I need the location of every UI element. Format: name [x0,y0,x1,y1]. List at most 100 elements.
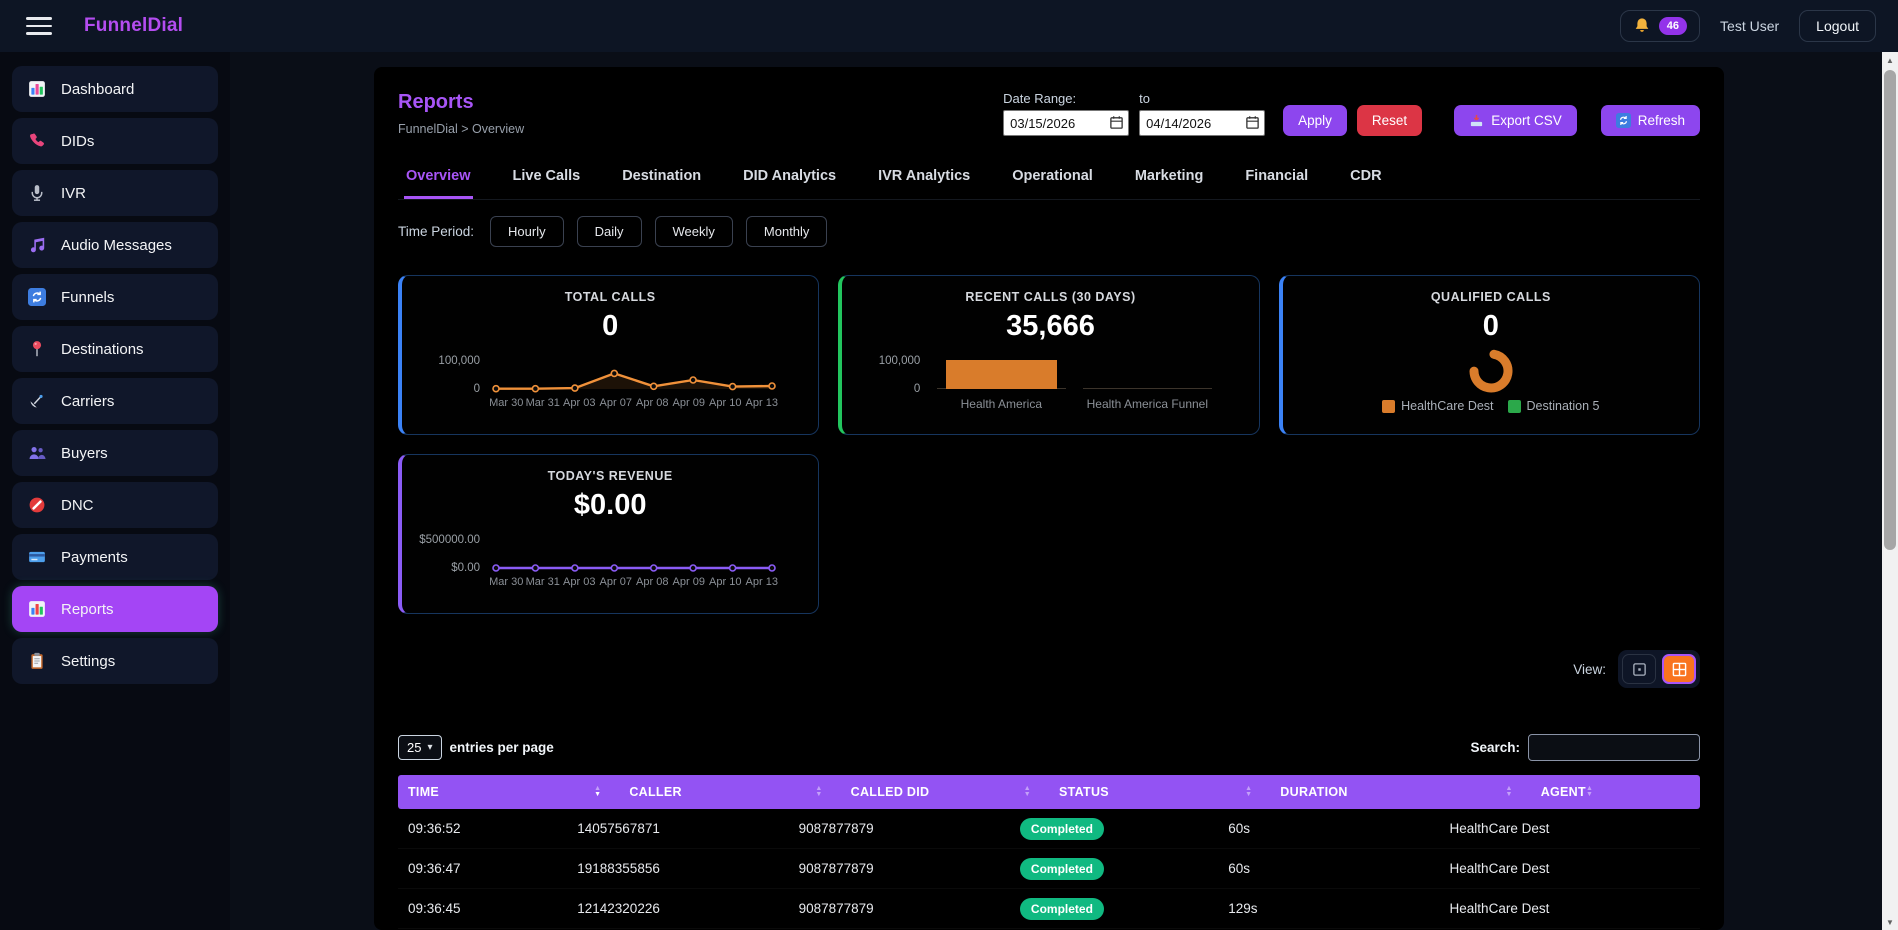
sidebar: Dashboard DIDs IVR Audio Messages Funnel… [0,52,230,930]
music-note-icon [28,236,46,254]
cell-caller: 19188355856 [567,861,788,876]
bar-slot [928,349,1074,395]
cell-agent: HealthCare Dest [1440,901,1700,916]
scroll-up-arrow[interactable]: ▲ [1882,52,1898,68]
table-row: 09:36:45 12142320226 9087877879 Complete… [398,889,1700,929]
cell-time: 09:36:47 [398,861,567,876]
tab[interactable]: Operational [1010,162,1095,199]
time-period-button[interactable]: Daily [577,216,642,247]
tab[interactable]: Live Calls [511,162,583,199]
sidebar-item-label: Destinations [61,341,144,358]
tab[interactable]: Destination [620,162,703,199]
scrollbar-thumb[interactable] [1884,70,1896,550]
y-axis-labels: 100,0000 [418,349,488,395]
column-header[interactable]: TIME ▲▼ [398,785,619,799]
sort-icon: ▲▼ [594,786,601,798]
stat-card-title: RECENT CALLS (30 DAYS) [858,290,1242,304]
y-axis-labels: $500000.00$0.00 [418,528,488,574]
sidebar-item[interactable]: Funnels [12,274,218,320]
tab[interactable]: Overview [404,162,473,199]
time-period-button[interactable]: Hourly [490,216,564,247]
cell-time: 09:36:45 [398,901,567,916]
funnel-sync-icon [28,288,46,306]
x-axis-labels: Health AmericaHealth America Funnel [928,397,1220,411]
reset-button[interactable]: Reset [1357,105,1422,136]
entries-per-page-label: entries per page [450,740,554,755]
column-header[interactable]: CALLER ▲▼ [619,785,840,799]
sidebar-item[interactable]: DIDs [12,118,218,164]
cell-duration: 129s [1218,901,1439,916]
card-view-button[interactable] [1622,654,1656,684]
sort-icon: ▲▼ [815,786,822,798]
chart-legend: HealthCare Dest Destination 5 [1299,399,1683,413]
logout-button[interactable]: Logout [1799,10,1876,42]
column-header[interactable]: CALLED DID ▲▼ [841,785,1049,799]
legend-item[interactable]: HealthCare Dest [1382,399,1493,413]
top-header: FunnelDial 46 Test User Logout [0,0,1898,52]
refresh-button[interactable]: Refresh [1601,105,1700,136]
sidebar-item[interactable]: DNC [12,482,218,528]
table-view-button[interactable] [1662,654,1696,684]
sidebar-item-label: DNC [61,497,94,514]
reports-panel: Reports FunnelDial > Overview Date Range… [374,67,1724,930]
search-input[interactable] [1528,734,1700,761]
tab[interactable]: IVR Analytics [876,162,972,199]
apply-button[interactable]: Apply [1283,105,1347,136]
time-period-bar: Time Period: Hourly Daily Weekly Monthly [398,216,1700,247]
sidebar-item[interactable]: IVR [12,170,218,216]
sidebar-item-label: Reports [61,601,114,618]
todays-revenue-chart: $500000.00$0.00Mar 30Mar 31Apr 03Apr 07A… [418,528,802,588]
credit-card-icon [28,548,46,566]
cell-time: 09:36:52 [398,821,567,836]
main-content: Reports FunnelDial > Overview Date Range… [230,52,1882,930]
prohibited-icon [28,496,46,514]
stat-card-recent-calls: RECENT CALLS (30 DAYS)35,666100,0000Heal… [838,275,1259,435]
recent-calls-chart: 100,0000Health AmericaHealth America Fun… [858,349,1242,411]
notification-count-badge: 46 [1659,17,1687,35]
tab[interactable]: Marketing [1133,162,1206,199]
sidebar-item[interactable]: Payments [12,534,218,580]
stat-card-title: QUALIFIED CALLS [1299,290,1683,304]
time-period-button[interactable]: Monthly [746,216,828,247]
sort-icon: ▲▼ [1245,786,1252,798]
legend-swatch [1508,400,1521,413]
cell-called-did: 9087877879 [789,861,1010,876]
sidebar-item-label: DIDs [61,133,94,150]
sidebar-item[interactable]: Buyers [12,430,218,476]
tab[interactable]: CDR [1348,162,1383,199]
sidebar-item-label: Dashboard [61,81,134,98]
cell-called-did: 9087877879 [789,821,1010,836]
sidebar-item[interactable]: Dashboard [12,66,218,112]
sidebar-item-label: Funnels [61,289,114,306]
tab[interactable]: Financial [1243,162,1310,199]
stat-card-value: 0 [1299,310,1683,343]
stat-card-title: TOTAL CALLS [418,290,802,304]
column-header[interactable]: DURATION ▲▼ [1270,785,1530,799]
sidebar-item[interactable]: Audio Messages [12,222,218,268]
sidebar-item-label: IVR [61,185,86,202]
column-header[interactable]: STATUS ▲▼ [1049,785,1270,799]
sidebar-item[interactable]: Carriers [12,378,218,424]
brand-logo: FunnelDial [84,15,183,37]
calls-table: TIME ▲▼ CALLER ▲▼ CALLED DID ▲▼ [398,775,1700,929]
export-csv-button[interactable]: Export CSV [1454,105,1577,136]
legend-item[interactable]: Destination 5 [1508,399,1600,413]
sidebar-item[interactable]: Destinations [12,326,218,372]
hamburger-menu-icon[interactable] [26,17,52,35]
status-badge: Completed [1020,858,1104,880]
scroll-down-arrow[interactable]: ▼ [1882,914,1898,930]
report-tabs: Overview Live Calls Destination DID Anal… [398,162,1700,200]
sidebar-item[interactable]: Settings [12,638,218,684]
x-axis-labels: Mar 30Mar 31Apr 03Apr 07Apr 08Apr 09Apr … [488,576,780,588]
tab[interactable]: DID Analytics [741,162,838,199]
column-header[interactable]: AGENT ▲▼ [1531,785,1611,799]
sidebar-item-label: Audio Messages [61,237,172,254]
stat-card-qualified-calls: QUALIFIED CALLS 0 HealthCare Dest Destinati… [1279,275,1700,435]
notifications-button[interactable]: 46 [1620,10,1700,42]
time-period-button[interactable]: Weekly [655,216,733,247]
scrollbar[interactable]: ▲ ▼ [1882,52,1898,930]
page-title: Reports [398,91,524,114]
sidebar-item[interactable]: Reports [12,586,218,632]
legend-swatch [1382,400,1395,413]
entries-per-page-select[interactable]: 25 ▾ [398,735,442,760]
